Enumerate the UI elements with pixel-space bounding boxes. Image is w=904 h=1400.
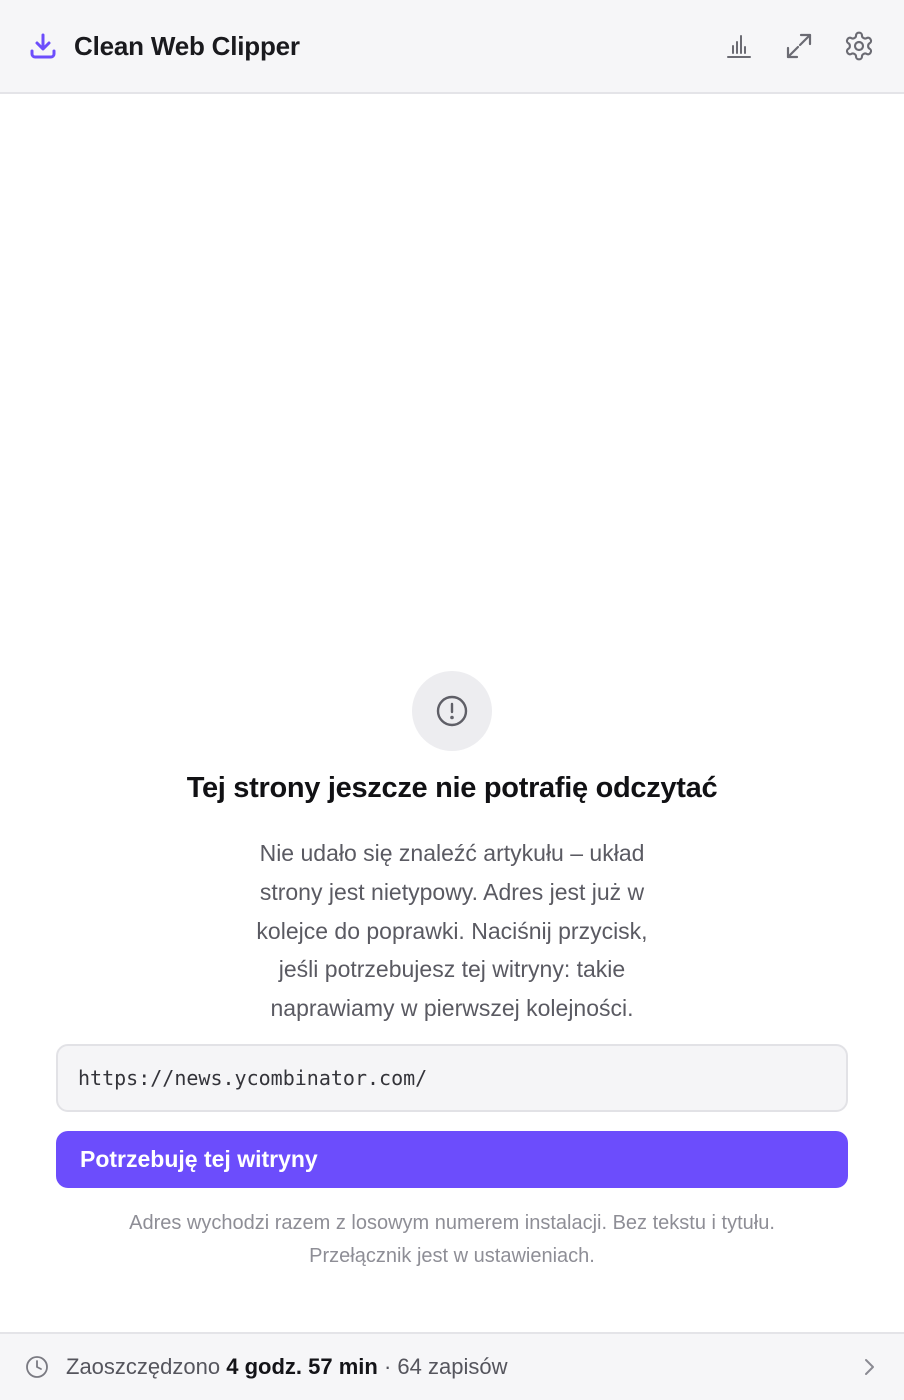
- url-field[interactable]: https://news.ycombinator.com/: [56, 1044, 848, 1112]
- header-actions: [722, 29, 876, 63]
- time-saved: 4 godz. 57 min: [226, 1354, 378, 1379]
- expand-icon: [786, 33, 812, 59]
- description-line: kolejce do poprawki. Naciśnij przycisk,: [256, 917, 648, 944]
- url-value: https://news.ycombinator.com/: [78, 1066, 428, 1090]
- main-content: Tej strony jeszcze nie potrafię odczytać…: [0, 96, 904, 1332]
- description-line: strony jest nietypowy. Adres jest już w: [259, 878, 645, 905]
- note-line: Przełącznik jest w ustawieniach.: [309, 1245, 595, 1267]
- status-badge: [412, 671, 492, 751]
- settings-button[interactable]: [842, 29, 876, 63]
- description-line: jeśli potrzebujesz tej witryny: takie: [278, 956, 626, 983]
- header: Clean Web Clipper: [0, 0, 904, 94]
- description-line: naprawiamy w pierwszej kolejności.: [270, 995, 634, 1022]
- description: Nie udało się znaleźć artykułu – układ s…: [232, 834, 672, 1028]
- need-site-button[interactable]: Potrzebuję tej witryny: [56, 1131, 848, 1188]
- separator: ·: [383, 1354, 392, 1379]
- clip-count: 64 zapisów: [397, 1354, 508, 1379]
- note-line: Adres wychodzi razem z losowym numerem i…: [129, 1212, 775, 1234]
- savings-prefix: Zaoszczędzono: [66, 1354, 221, 1379]
- app-title: Clean Web Clipper: [74, 30, 300, 61]
- alert-circle-icon: [436, 695, 468, 727]
- expand-button[interactable]: [782, 29, 816, 63]
- stats-button[interactable]: [722, 29, 756, 63]
- savings-footer[interactable]: Zaoszczędzono 4 godz. 57 min · 64 zapisó…: [0, 1332, 904, 1400]
- savings-stats: Zaoszczędzono 4 godz. 57 min · 64 zapisó…: [66, 1354, 507, 1380]
- description-line: Nie udało się znaleźć artykułu – układ: [259, 840, 645, 866]
- download-icon: [28, 31, 58, 61]
- bar-chart-icon: [727, 35, 751, 58]
- clock-icon: [24, 1354, 50, 1380]
- chevron-right-icon: [858, 1356, 880, 1378]
- gear-icon: [845, 31, 873, 61]
- privacy-note: Adres wychodzi razem z losowym numerem i…: [60, 1207, 844, 1273]
- page-title: Tej strony jeszcze nie potrafię odczytać: [186, 772, 718, 804]
